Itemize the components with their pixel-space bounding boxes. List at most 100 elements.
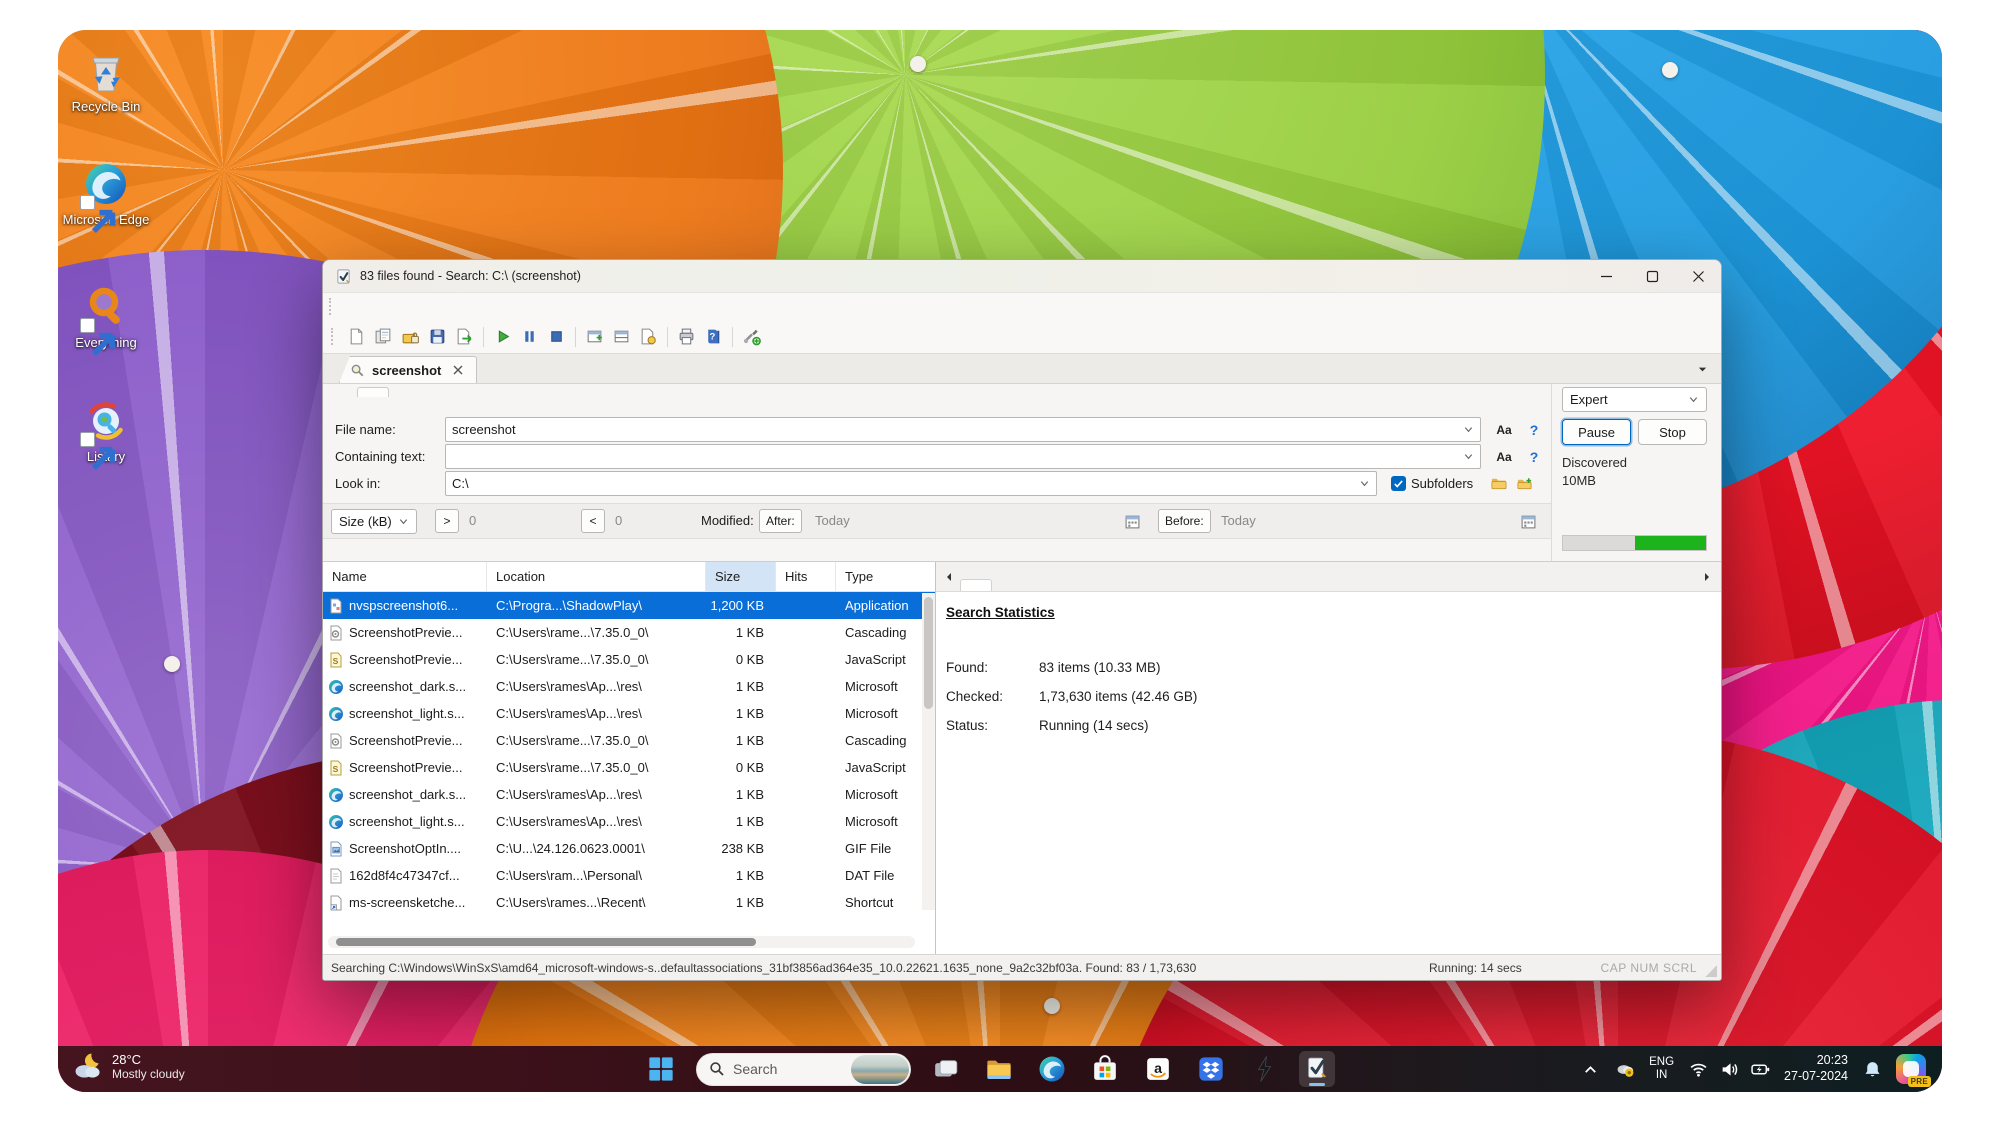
tray-battery-icon[interactable] xyxy=(1749,1058,1771,1080)
toolbar-pause-search-button[interactable] xyxy=(516,324,543,350)
taskbar-weather-widget[interactable]: 28°C Mostly cloudy xyxy=(72,1050,185,1082)
file-row[interactable]: screenshot_light.s... C:\Users\rames\Ap.… xyxy=(323,808,935,835)
taskbar-clock[interactable]: 20:23 27-07-2024 xyxy=(1784,1053,1848,1084)
close-button[interactable] xyxy=(1675,260,1721,292)
containing-text-input[interactable] xyxy=(445,444,1481,469)
file-row[interactable]: ScreenshotPrevie... C:\Users\rame...\7.3… xyxy=(323,727,935,754)
match-case-button[interactable]: Aa xyxy=(1491,445,1517,468)
menu-file[interactable] xyxy=(341,305,363,309)
tab-list-dropdown-button[interactable] xyxy=(1691,360,1713,378)
chevron-down-icon[interactable] xyxy=(1463,424,1474,435)
scrollbar-thumb[interactable] xyxy=(336,938,756,946)
menu-tools[interactable] xyxy=(429,305,451,309)
tab-close-icon[interactable] xyxy=(452,364,464,376)
add-folder-icon[interactable] xyxy=(1515,475,1533,493)
toolbar-new-search-button[interactable] xyxy=(343,324,370,350)
copilot-button[interactable]: PRE xyxy=(1896,1054,1926,1084)
search-tab[interactable]: screenshot xyxy=(339,356,477,383)
calendar-icon[interactable] xyxy=(1519,512,1537,530)
browse-folder-icon[interactable] xyxy=(1489,475,1507,493)
expression-help-button[interactable]: ? xyxy=(1523,445,1545,468)
file-row[interactable]: screenshot_dark.s... C:\Users\rames\Ap..… xyxy=(323,673,935,700)
desktop-icon-recycle-bin[interactable]: Recycle Bin xyxy=(58,47,154,115)
taskbar-app-store[interactable] xyxy=(1087,1051,1123,1087)
file-row[interactable]: S ScreenshotPrevie... C:\Users\rame...\7… xyxy=(323,754,935,781)
file-row[interactable]: screenshot_light.s... C:\Users\rames\Ap.… xyxy=(323,700,935,727)
form-tab-main[interactable] xyxy=(357,387,389,397)
size-greater-value[interactable]: 0 xyxy=(469,513,476,528)
summary-tab-reports[interactable] xyxy=(1024,579,1056,591)
file-row[interactable]: ScreenshotPrevie... C:\Users\rame...\7.3… xyxy=(323,619,935,646)
modified-after-value[interactable]: Today xyxy=(815,513,850,528)
toolbar-window-new-button[interactable] xyxy=(581,324,608,350)
summary-tab-summary[interactable] xyxy=(960,579,992,591)
menu-view[interactable] xyxy=(385,305,407,309)
column-header-type[interactable]: Type xyxy=(836,562,935,591)
menu-help[interactable] xyxy=(473,305,495,309)
menu-search[interactable] xyxy=(407,305,429,309)
file-row[interactable]: nvspscreenshot6... C:\Progra...\ShadowPl… xyxy=(323,592,935,619)
taskbar-app-task-view[interactable] xyxy=(928,1051,964,1087)
taskbar-app-amazon[interactable]: a xyxy=(1140,1051,1176,1087)
pause-button[interactable]: Pause xyxy=(1562,419,1631,445)
match-case-button[interactable]: Aa xyxy=(1491,418,1517,441)
toolbar-export-button[interactable] xyxy=(451,324,478,350)
desktop-icon-listary[interactable]: Listary xyxy=(58,397,154,465)
toolbar-report-button[interactable] xyxy=(635,324,662,350)
calendar-icon[interactable] xyxy=(1123,512,1141,530)
taskbar-app-edge-app[interactable] xyxy=(1034,1051,1070,1087)
vertical-scrollbar[interactable] xyxy=(922,593,935,910)
file-row[interactable]: S ScreenshotPrevie... C:\Users\rame...\7… xyxy=(323,646,935,673)
mode-select[interactable]: Expert xyxy=(1562,387,1707,412)
size-greater-button[interactable]: > xyxy=(435,509,459,533)
toolbar-window-split-button[interactable] xyxy=(608,324,635,350)
tray-notification-bell-icon[interactable] xyxy=(1861,1058,1883,1080)
file-row[interactable]: ScreenshotOptIn.... C:\U...\24.126.0623.… xyxy=(323,835,935,862)
taskbar-search-box[interactable]: Search xyxy=(696,1053,911,1086)
form-tab-options[interactable] xyxy=(389,387,421,397)
taskbar-app-lightning[interactable] xyxy=(1246,1051,1282,1087)
menu-edit[interactable] xyxy=(363,305,385,309)
file-row[interactable]: ms-screensketche... C:\Users\rames...\Re… xyxy=(323,889,935,916)
modified-before-button[interactable]: Before: xyxy=(1158,509,1211,533)
expression-help-button[interactable]: ? xyxy=(1523,418,1545,441)
taskbar-app-dropbox[interactable] xyxy=(1193,1051,1229,1087)
size-less-value[interactable]: 0 xyxy=(615,513,622,528)
horizontal-scrollbar[interactable] xyxy=(328,936,915,948)
column-header-hits[interactable]: Hits xyxy=(776,562,836,591)
toolbar-print-button[interactable] xyxy=(673,324,700,350)
toolbar-settings-button[interactable] xyxy=(738,324,765,350)
file-row[interactable]: 162d8f4c47347cf... C:\Users\ram...\Perso… xyxy=(323,862,935,889)
minimize-button[interactable] xyxy=(1583,260,1629,292)
chevron-down-icon[interactable] xyxy=(1359,478,1370,489)
language-switcher[interactable]: ENG IN xyxy=(1649,1056,1674,1082)
subfolders-checkbox[interactable] xyxy=(1391,476,1406,491)
column-header-size[interactable]: Size xyxy=(706,562,776,591)
start-button[interactable] xyxy=(643,1051,679,1087)
modified-after-button[interactable]: After: xyxy=(759,509,802,533)
scrollbar-thumb[interactable] xyxy=(924,597,933,709)
toolbar-start-search-button[interactable] xyxy=(489,324,516,350)
scroll-tabs-right-icon[interactable] xyxy=(1701,571,1713,583)
resize-grip[interactable] xyxy=(1705,965,1717,977)
file-row[interactable]: screenshot_dark.s... C:\Users\rames\Ap..… xyxy=(323,781,935,808)
look-in-input[interactable]: C:\ xyxy=(445,471,1377,496)
tray-chevron-up-icon[interactable] xyxy=(1579,1058,1601,1080)
modified-before-value[interactable]: Today xyxy=(1221,513,1256,528)
search-highlight-image[interactable] xyxy=(851,1055,909,1084)
file-name-input[interactable]: screenshot xyxy=(445,417,1481,442)
size-unit-select[interactable]: Size (kB) xyxy=(331,509,417,534)
desktop-icon-everything[interactable]: Everything xyxy=(58,283,154,351)
chevron-down-icon[interactable] xyxy=(1463,451,1474,462)
desktop-icon-edge-shortcut[interactable]: Microsoft Edge xyxy=(58,160,154,228)
size-less-button[interactable]: < xyxy=(581,509,605,533)
summary-tab-hits[interactable] xyxy=(992,579,1024,591)
form-tab-dates[interactable] xyxy=(421,387,453,397)
tray-onedrive-status-icon[interactable] xyxy=(1614,1058,1636,1080)
menu-window[interactable] xyxy=(451,305,473,309)
toolbar-criteria-lock-button[interactable] xyxy=(397,324,424,350)
stop-button[interactable]: Stop xyxy=(1638,419,1707,445)
column-header-name[interactable]: Name xyxy=(323,562,487,591)
column-header-location[interactable]: Location xyxy=(487,562,706,591)
toolbar-save-button[interactable] xyxy=(424,324,451,350)
